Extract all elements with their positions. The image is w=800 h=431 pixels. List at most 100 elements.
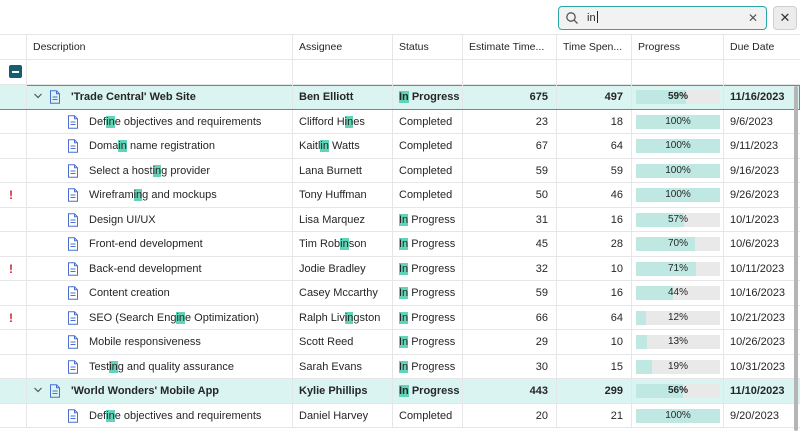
close-search-button[interactable]: ✕ — [773, 6, 797, 30]
due-date-cell[interactable]: 10/21/2023 — [724, 306, 800, 330]
status-cell[interactable]: Completed — [393, 403, 463, 427]
progress-cell[interactable]: 44% — [632, 281, 724, 305]
description-cell[interactable]: Design UI/UX — [27, 207, 293, 231]
status-cell[interactable]: Completed — [393, 109, 463, 133]
assignee-cell[interactable]: Ralph Livingston — [293, 305, 393, 329]
table-row[interactable]: ! SEO (Search Engine Optimization) Ralph L… — [0, 305, 800, 330]
progress-cell[interactable]: 70% — [632, 232, 724, 256]
due-date-cell[interactable]: 10/6/2023 — [724, 232, 800, 256]
time-spent-cell[interactable]: 10 — [557, 256, 632, 280]
search-box[interactable]: in ✕ — [558, 6, 767, 30]
status-cell[interactable]: In Progress — [393, 207, 463, 231]
estimate-cell[interactable]: 30 — [463, 354, 557, 378]
time-spent-cell[interactable]: 497 — [557, 85, 632, 109]
table-row[interactable]: ! Back-end development Jodie Bradley In Pro… — [0, 256, 800, 281]
status-cell[interactable]: Completed — [393, 134, 463, 158]
assignee-cell[interactable]: Daniel Harvey — [293, 403, 393, 427]
column-header-progress[interactable]: Progress — [632, 35, 724, 59]
table-row[interactable]: Domain name registration Kaitlin Watts Com… — [0, 134, 800, 159]
time-spent-cell[interactable]: 21 — [557, 403, 632, 427]
status-cell[interactable]: In Progress — [393, 232, 463, 256]
due-date-cell[interactable]: 9/20/2023 — [724, 404, 800, 428]
description-cell[interactable]: Content creation — [27, 281, 293, 305]
time-spent-cell[interactable]: 59 — [557, 158, 632, 182]
table-row[interactable]: Design UI/UX Lisa Marquez In Progress 31 16 5… — [0, 207, 800, 232]
time-spent-cell[interactable]: 15 — [557, 354, 632, 378]
status-cell[interactable]: In Progress — [393, 281, 463, 305]
table-row[interactable]: Front-end development Tim Robinson In Prog… — [0, 232, 800, 257]
estimate-cell[interactable]: 23 — [463, 109, 557, 133]
estimate-cell[interactable]: 31 — [463, 207, 557, 231]
assignee-cell[interactable]: Clifford Hines — [293, 109, 393, 133]
status-cell[interactable]: Completed — [393, 183, 463, 207]
assignee-cell[interactable]: Lana Burnett — [293, 158, 393, 182]
assignee-cell[interactable]: Sarah Evans — [293, 354, 393, 378]
estimate-cell[interactable]: 20 — [463, 403, 557, 427]
group-row[interactable]: 'World Wonders' Mobile App Kylie Phillips… — [0, 379, 800, 404]
status-cell[interactable]: In Progress — [393, 354, 463, 378]
estimate-cell[interactable]: 675 — [463, 85, 557, 109]
table-row[interactable]: Select a hosting provider Lana Burnett Com… — [0, 158, 800, 183]
description-cell[interactable]: 'World Wonders' Mobile App — [27, 379, 293, 403]
table-row[interactable]: ! Wireframing and mockups Tony Huffman Comp… — [0, 183, 800, 208]
progress-cell[interactable]: 57% — [632, 207, 724, 231]
estimate-cell[interactable]: 59 — [463, 281, 557, 305]
estimate-cell[interactable]: 50 — [463, 183, 557, 207]
time-spent-cell[interactable]: 10 — [557, 330, 632, 354]
assignee-cell[interactable]: Tim Robinson — [293, 232, 393, 256]
description-cell[interactable]: 'Trade Central' Web Site — [27, 85, 293, 109]
filter-cell[interactable] — [463, 60, 557, 84]
due-date-cell[interactable]: 10/26/2023 — [724, 330, 800, 354]
vertical-scrollbar[interactable] — [794, 86, 798, 431]
description-cell[interactable]: Select a hosting provider — [27, 158, 293, 182]
description-cell[interactable]: Define objectives and requirements — [27, 403, 293, 427]
table-row[interactable]: Define objectives and requirements Cliffo… — [0, 109, 800, 134]
time-spent-cell[interactable]: 18 — [557, 109, 632, 133]
column-header-time-spent[interactable]: Time Spen... — [557, 35, 632, 59]
assignee-cell[interactable]: Scott Reed — [293, 330, 393, 354]
table-row[interactable]: Define objectives and requirements Daniel… — [0, 403, 800, 428]
due-date-cell[interactable]: 10/31/2023 — [724, 355, 800, 379]
description-cell[interactable]: Back-end development — [27, 256, 293, 280]
status-cell[interactable]: In Progress — [393, 256, 463, 280]
due-date-cell[interactable]: 9/16/2023 — [724, 159, 800, 183]
chevron-down-icon[interactable] — [33, 91, 43, 101]
group-row[interactable]: 'Trade Central' Web Site Ben Elliott In Pr… — [0, 85, 800, 110]
time-spent-cell[interactable]: 299 — [557, 379, 632, 403]
search-input[interactable]: in — [587, 12, 596, 24]
filter-cell[interactable] — [293, 60, 393, 84]
table-row[interactable]: Mobile responsiveness Scott Reed In Progre… — [0, 330, 800, 355]
progress-cell[interactable]: 56% — [632, 379, 724, 403]
due-date-cell[interactable]: 11/10/2023 — [724, 379, 800, 403]
estimate-cell[interactable]: 67 — [463, 134, 557, 158]
progress-cell[interactable]: 13% — [632, 330, 724, 354]
time-spent-cell[interactable]: 16 — [557, 281, 632, 305]
estimate-cell[interactable]: 59 — [463, 158, 557, 182]
table-row[interactable]: Content creation Casey Mccarthy In Progres… — [0, 281, 800, 306]
time-spent-cell[interactable]: 64 — [557, 134, 632, 158]
description-cell[interactable]: Wireframing and mockups — [27, 183, 293, 207]
due-date-cell[interactable]: 9/11/2023 — [724, 134, 800, 158]
status-cell[interactable]: In Progress — [393, 305, 463, 329]
progress-cell[interactable]: 100% — [632, 158, 724, 182]
due-date-cell[interactable]: 10/11/2023 — [724, 257, 800, 281]
progress-cell[interactable]: 12% — [632, 305, 724, 329]
progress-cell[interactable]: 19% — [632, 354, 724, 378]
status-cell[interactable]: Completed — [393, 158, 463, 182]
filter-cell[interactable] — [557, 60, 632, 84]
time-spent-cell[interactable]: 16 — [557, 207, 632, 231]
due-date-cell[interactable]: 11/16/2023 — [724, 85, 800, 109]
clear-search-icon[interactable]: ✕ — [746, 11, 760, 25]
description-cell[interactable]: Define objectives and requirements — [27, 109, 293, 133]
estimate-cell[interactable]: 443 — [463, 379, 557, 403]
time-spent-cell[interactable]: 28 — [557, 232, 632, 256]
due-date-cell[interactable]: 10/16/2023 — [724, 281, 800, 305]
assignee-cell[interactable]: Kylie Phillips — [293, 379, 393, 403]
status-cell[interactable]: In Progress — [393, 85, 463, 109]
due-date-cell[interactable]: 9/6/2023 — [724, 110, 800, 134]
filter-cell[interactable] — [632, 60, 724, 84]
progress-cell[interactable]: 100% — [632, 183, 724, 207]
description-cell[interactable]: SEO (Search Engine Optimization) — [27, 305, 293, 329]
description-cell[interactable]: Mobile responsiveness — [27, 330, 293, 354]
column-header-assignee[interactable]: Assignee — [293, 35, 393, 59]
